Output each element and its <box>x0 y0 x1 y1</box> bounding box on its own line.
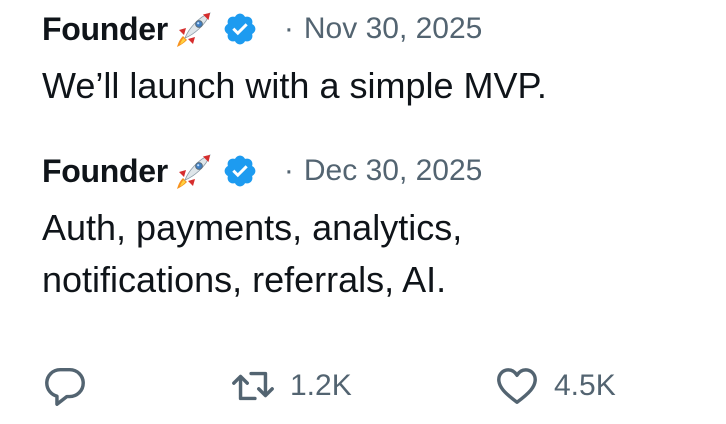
post-text-line: Auth, payments, analytics, <box>42 207 463 248</box>
post-date[interactable]: Nov 30, 2025 <box>304 12 482 46</box>
author-name[interactable]: Founder <box>42 11 168 48</box>
verified-badge-icon[interactable] <box>222 153 258 189</box>
heart-icon <box>497 368 537 405</box>
reply-icon <box>45 367 85 406</box>
author-name[interactable]: Founder <box>42 153 168 190</box>
rocket-icon <box>174 151 214 191</box>
reply-button[interactable] <box>42 358 88 414</box>
rocket-icon <box>174 9 214 49</box>
header-separator: · <box>283 154 294 187</box>
action-bar: 1.2K 4.5K <box>42 358 702 414</box>
post-text-line: We’ll launch with a simple MVP. <box>42 65 547 106</box>
header-separator: · <box>283 12 294 45</box>
retweet-icon <box>232 371 274 401</box>
post-date[interactable]: Dec 30, 2025 <box>304 154 482 188</box>
like-button[interactable]: 4.5K <box>494 358 616 414</box>
retweet-count: 1.2K <box>290 369 352 402</box>
like-count: 4.5K <box>554 369 616 402</box>
verified-badge-icon[interactable] <box>222 11 258 47</box>
retweet-button[interactable]: 1.2K <box>230 358 352 414</box>
post-1: Founder · Nov 30, 2025 We’ll launch with… <box>42 6 702 112</box>
post-text-line: notifications, referrals, AI. <box>42 259 447 300</box>
post-text: We’ll launch with a simple MVP. <box>42 60 702 112</box>
post-header: Founder · Dec 30, 2025 <box>42 148 702 194</box>
post-header: Founder · Nov 30, 2025 <box>42 6 702 52</box>
post-text: Auth, payments, analytics, notifications… <box>42 202 702 306</box>
post-2: Founder · Dec 30, 2025 Auth, payments, a… <box>42 148 702 306</box>
